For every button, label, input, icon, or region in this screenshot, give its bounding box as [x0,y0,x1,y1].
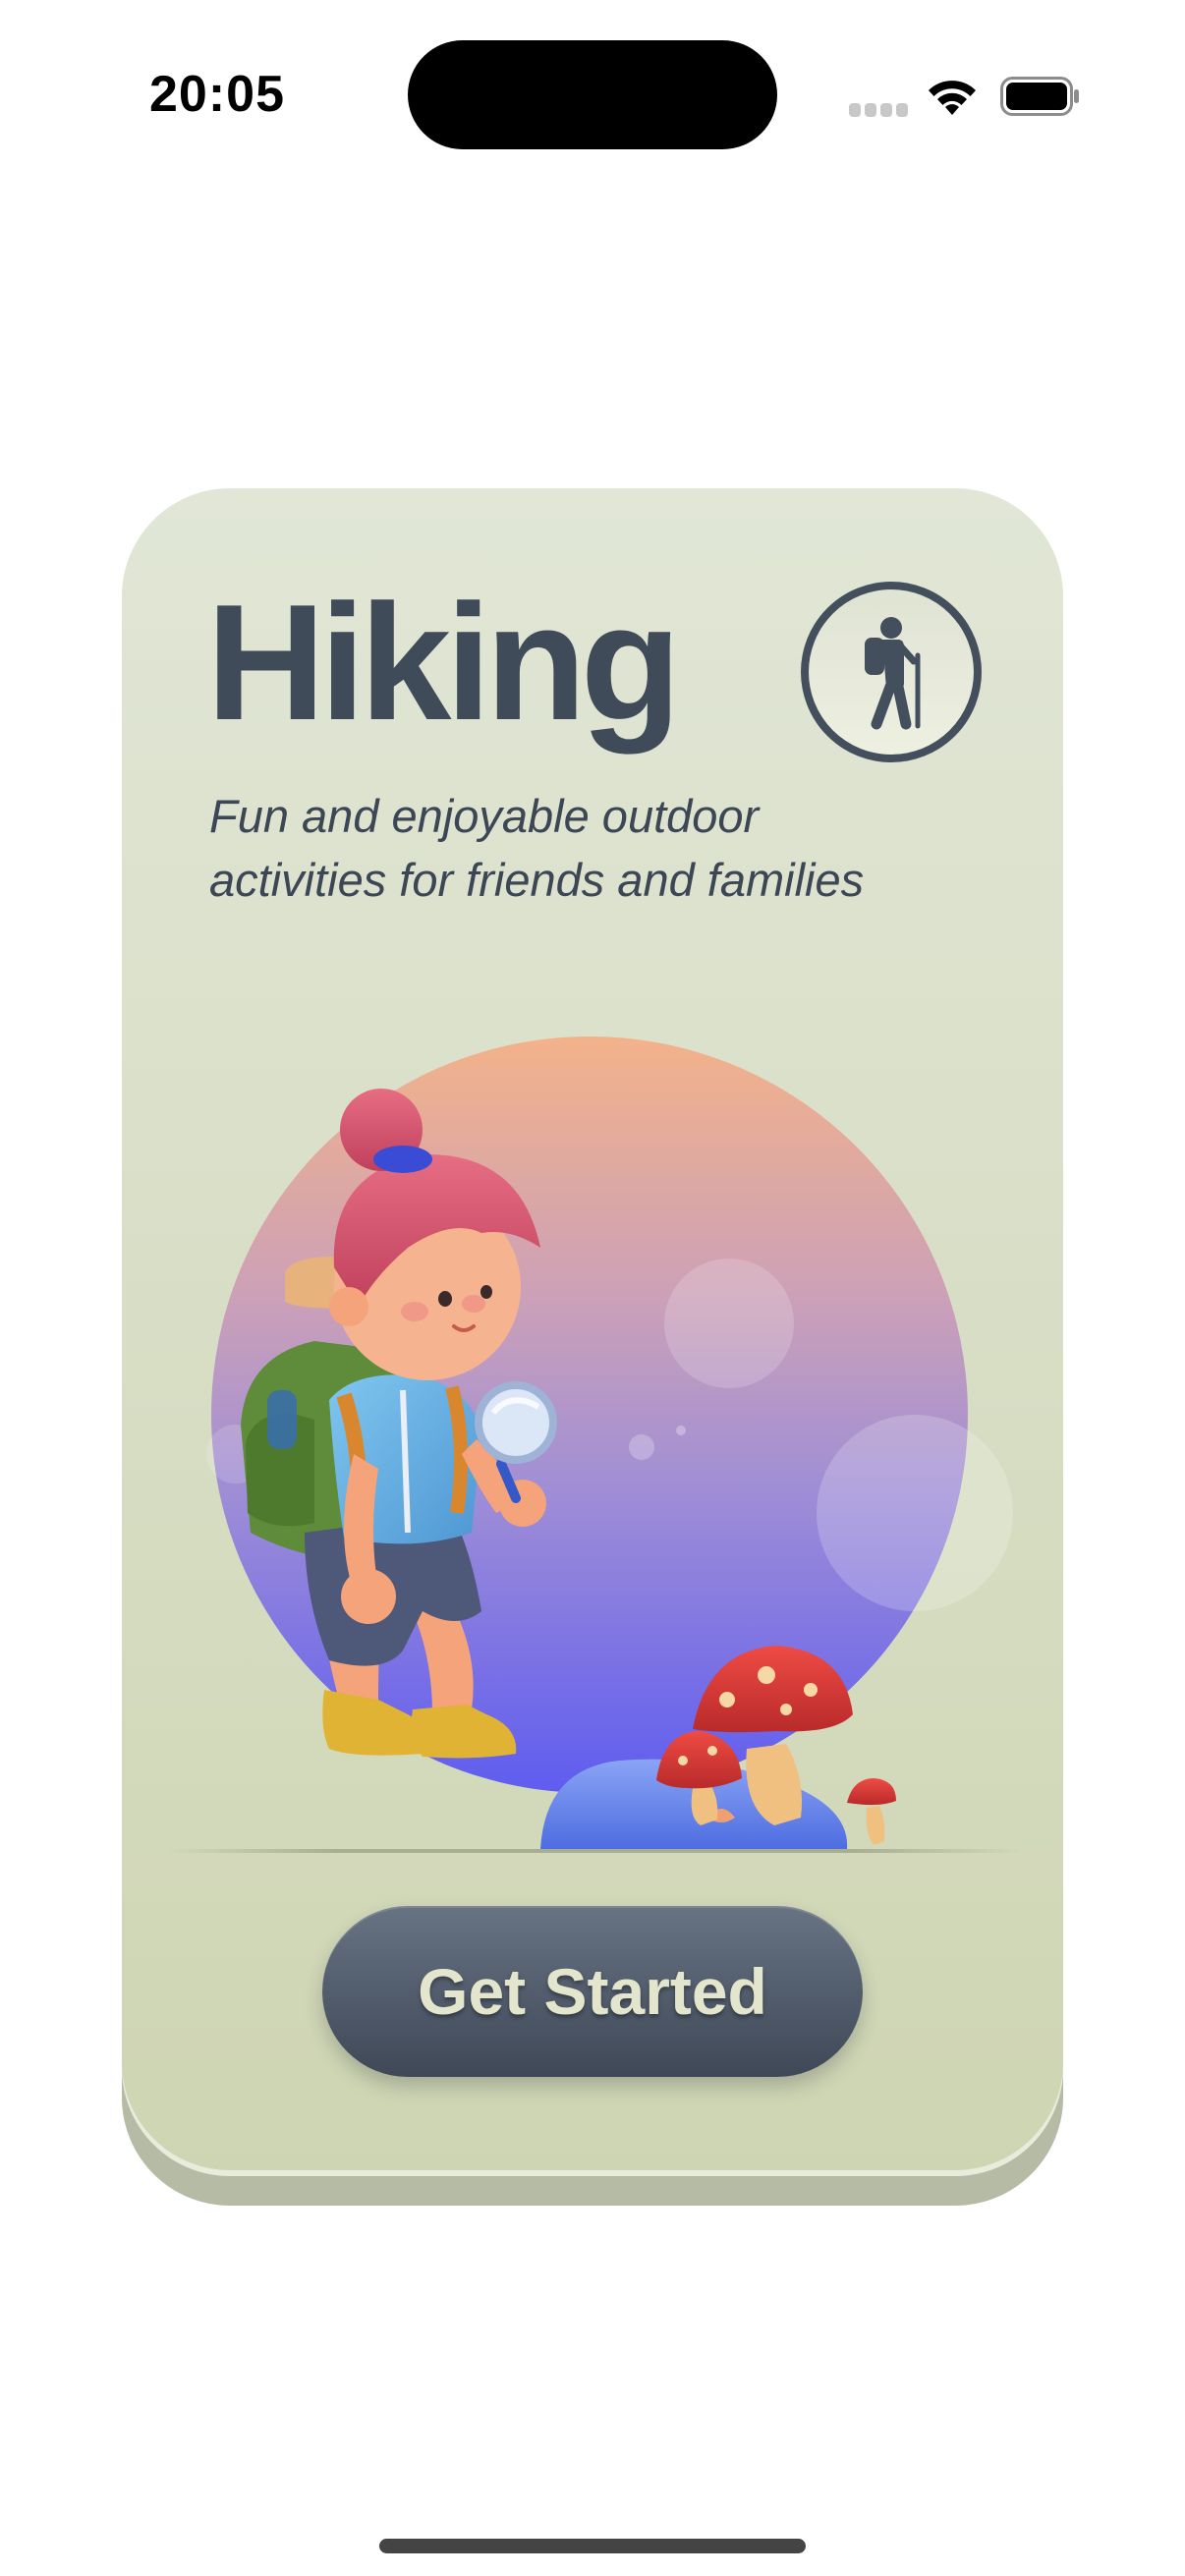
home-indicator[interactable] [379,2539,806,2553]
card-subtitle: Fun and enjoyable outdoor activities for … [209,784,995,912]
get-started-button[interactable]: Get Started [322,1906,863,2077]
wifi-icon [929,81,976,115]
status-time: 20:05 [149,66,285,123]
subtitle-line-2: activities for friends and families [209,854,865,906]
battery-icon [1000,77,1079,116]
dynamic-island [408,40,777,149]
hiker-illustration [206,1036,1013,1849]
card-title: Hiking [206,570,681,755]
cellular-signal-icon [849,103,908,117]
subtitle-line-1: Fun and enjoyable outdoor [209,790,760,842]
hiker-icon [801,582,982,762]
ground-line [167,1849,1022,1853]
